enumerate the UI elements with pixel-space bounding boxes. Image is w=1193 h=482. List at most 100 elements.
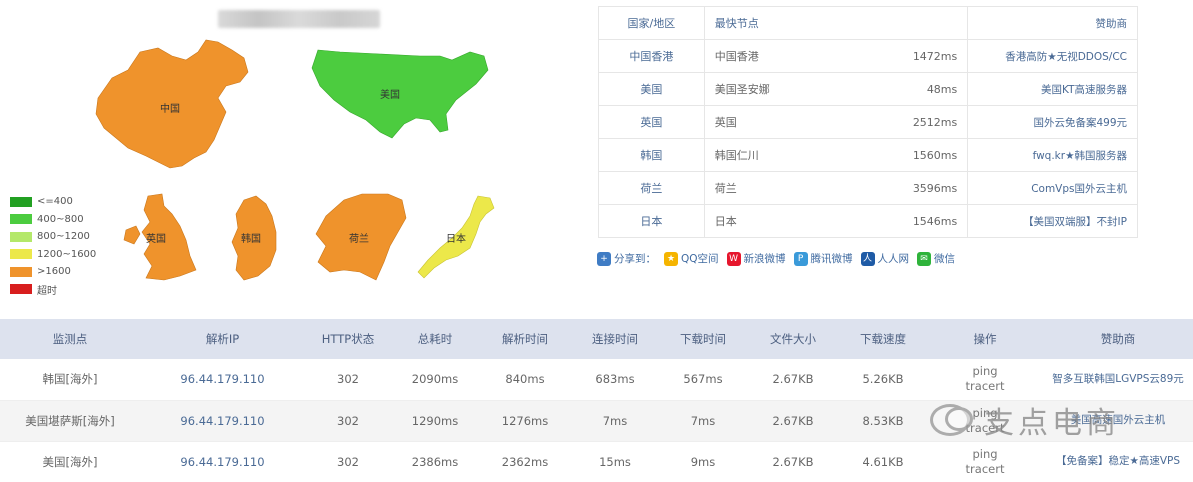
weibo-icon: W	[726, 251, 741, 266]
share-renren[interactable]: 人 人人网	[860, 251, 910, 266]
total-time: 2090ms	[391, 359, 479, 401]
monitor-point: 美国堪萨斯[海外]	[0, 400, 140, 442]
download-time: 7ms	[659, 400, 747, 442]
resolved-ip[interactable]: 96.44.179.110	[140, 400, 305, 442]
legend-swatch	[10, 196, 32, 207]
table-row: 中国香港 中国香港 1472ms 香港高防★无视DDOS/CC	[598, 39, 1138, 73]
col-header: 解析时间	[502, 332, 548, 346]
qzone-icon: ★	[664, 251, 678, 266]
share-label: 分享到：	[614, 253, 656, 265]
share-item-label: 新浪微博	[743, 253, 786, 265]
legend-swatch	[10, 266, 32, 277]
share-wechat[interactable]: ✉ 微信	[917, 251, 955, 266]
time-cell: 1560ms	[804, 138, 969, 172]
ping-link[interactable]: ping	[927, 364, 1043, 379]
tracert-link[interactable]: tracert	[927, 462, 1043, 477]
legend-label: 1200~1600	[37, 248, 97, 260]
label-usa: 美国	[380, 88, 400, 101]
table-row: 日本 日本 1546ms 【美国双端服】不封IP	[598, 204, 1138, 238]
node-cell: 日本	[703, 204, 805, 238]
resolved-ip[interactable]: 96.44.179.110	[140, 359, 305, 401]
share-item-label: 微信	[934, 253, 956, 265]
legend-item: 800~1200	[10, 228, 96, 246]
resolve-time: 1276ms	[479, 400, 571, 442]
node-cell: 韩国仁川	[703, 138, 805, 172]
resolve-time: 2362ms	[479, 441, 571, 482]
total-time: 2386ms	[391, 441, 479, 482]
sponsor-link[interactable]: ComVps国外云主机	[967, 171, 1138, 205]
sponsor-link[interactable]: 智多互联韩国LGVPS云89元	[1043, 359, 1193, 401]
sponsor-link[interactable]: 【免备案】稳定★高速VPS	[1043, 441, 1193, 482]
total-time: 1290ms	[391, 400, 479, 442]
country-cell: 荷兰	[598, 171, 705, 205]
sponsor-link[interactable]: 国外云免备案499元	[967, 105, 1138, 139]
time-cell: 1472ms	[804, 39, 969, 73]
time-cell: 48ms	[804, 72, 969, 106]
label-japan: 日本	[446, 232, 466, 245]
legend-label: 800~1200	[37, 231, 90, 243]
legend-label: 超时	[37, 285, 57, 297]
table-row: 韩国 韩国仁川 1560ms fwq.kr★韩国服务器	[598, 138, 1138, 172]
col-header: HTTP状态	[321, 332, 375, 346]
share-label-item: + 分享到：	[597, 251, 656, 266]
legend-swatch	[10, 214, 32, 225]
sponsor-link[interactable]: 美国KT高速服务器	[967, 72, 1138, 106]
legend-item: >1600	[10, 263, 96, 281]
download-speed: 4.61KB	[839, 441, 927, 482]
node-cell: 美国圣安娜	[703, 72, 805, 106]
country-cell: 美国	[598, 72, 705, 106]
col-header: 文件大小	[770, 332, 816, 346]
map-usa[interactable]	[311, 49, 489, 139]
header-time-blank	[804, 6, 969, 40]
sponsor-link[interactable]: 香港高防★无视DDOS/CC	[967, 39, 1138, 73]
time-cell: 3596ms	[804, 171, 969, 205]
renren-icon: 人	[860, 251, 875, 266]
node-cell: 英国	[703, 105, 805, 139]
share-weibo[interactable]: W 新浪微博	[726, 251, 786, 266]
share-qzone[interactable]: ★ QQ空间	[664, 251, 719, 266]
table-row: 荷兰 荷兰 3596ms ComVps国外云主机	[598, 171, 1138, 205]
resolve-time: 840ms	[479, 359, 571, 401]
legend-swatch	[10, 249, 32, 260]
header-country: 国家/地区	[598, 6, 705, 40]
country-cell: 英国	[598, 105, 705, 139]
wechat-icon: ✉	[917, 251, 932, 266]
resolved-ip[interactable]: 96.44.179.110	[140, 441, 305, 482]
label-china: 中国	[160, 102, 180, 115]
wechat-logo-icon	[930, 404, 973, 436]
blurred-title	[218, 10, 380, 28]
ping-link[interactable]: ping	[927, 447, 1043, 462]
legend-item: <=400	[10, 193, 96, 211]
file-size: 2.67KB	[747, 359, 839, 401]
header-sponsor: 赞助商	[967, 6, 1138, 40]
operations-cell: ping tracert	[927, 359, 1043, 401]
col-header: 操作	[973, 332, 997, 346]
sponsor-link[interactable]: fwq.kr★韩国服务器	[967, 138, 1138, 172]
col-header: 赞助商	[1100, 332, 1136, 346]
col-header: 总耗时	[417, 332, 453, 346]
share-item-label: 腾讯微博	[810, 253, 853, 265]
tracert-link[interactable]: tracert	[927, 379, 1043, 394]
connect-time: 15ms	[571, 441, 659, 482]
monitor-point: 韩国[海外]	[0, 359, 140, 401]
legend-swatch	[10, 284, 32, 295]
legend-label: >1600	[37, 266, 71, 278]
country-cell: 中国香港	[598, 39, 705, 73]
table-row: 英国 英国 2512ms 国外云免备案499元	[598, 105, 1138, 139]
country-cell: 韩国	[598, 138, 705, 172]
share-bar: + 分享到： ★ QQ空间 W 新浪微博 P 腾讯微博 人 人人网 ✉ 微信	[597, 251, 963, 266]
table-header-row: 监测点 解析IP HTTP状态 总耗时 解析时间 连接时间 下载时间 文件大小 …	[0, 319, 1193, 359]
col-header: 下载时间	[680, 332, 726, 346]
share-icon: +	[597, 251, 611, 266]
header-node: 最快节点	[703, 6, 805, 40]
monitor-point: 美国[海外]	[0, 441, 140, 482]
watermark-text: 支点电商	[984, 406, 1120, 441]
legend-item: 1200~1600	[10, 246, 96, 264]
share-tencent-weibo[interactable]: P 腾讯微博	[793, 251, 853, 266]
time-cell: 2512ms	[804, 105, 969, 139]
share-item-label: 人人网	[877, 253, 910, 265]
sponsor-link[interactable]: 【美国双端服】不封IP	[967, 204, 1138, 238]
country-cell: 日本	[598, 204, 705, 238]
legend-label: 400~800	[37, 213, 84, 225]
table-row: 韩国[海外] 96.44.179.110 302 2090ms 840ms 68…	[0, 359, 1193, 401]
